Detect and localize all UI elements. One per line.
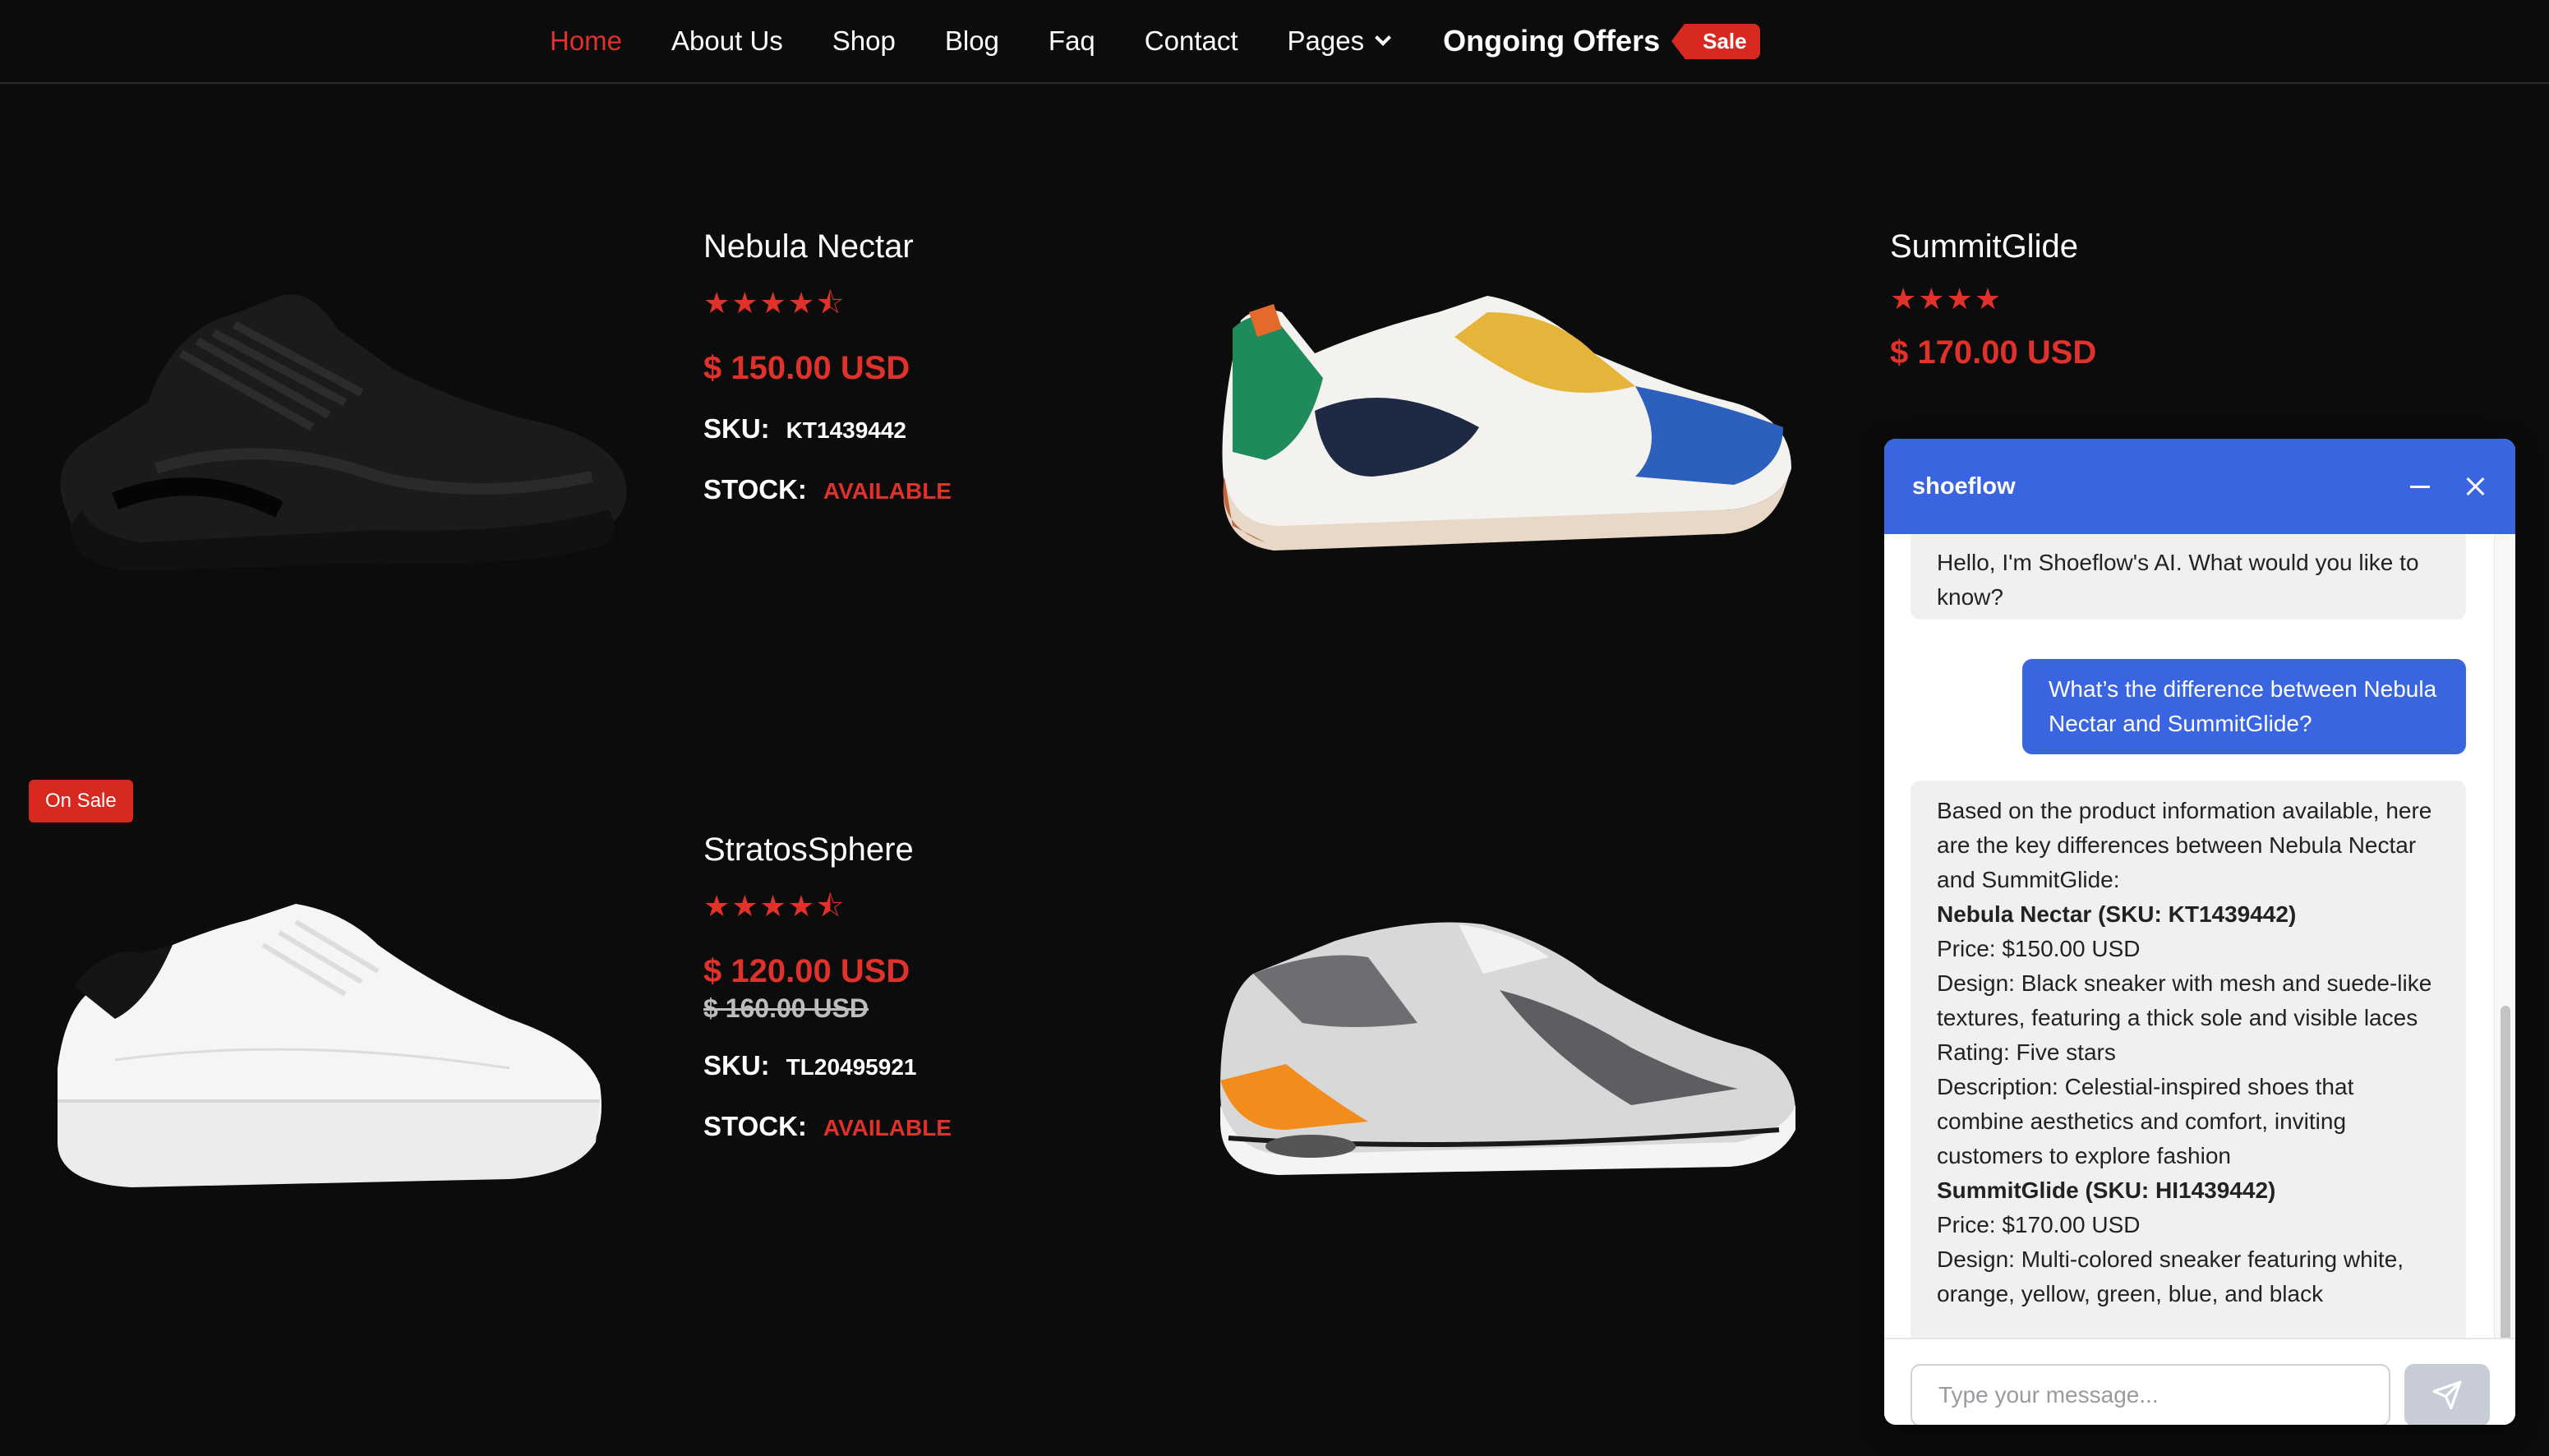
ongoing-offers-link[interactable]: Ongoing Offers Sale	[1443, 23, 1760, 59]
bot-message: Hello, I'm Shoeflow's AI. What would you…	[1911, 534, 2466, 620]
nav-faq[interactable]: Faq	[1049, 25, 1095, 57]
product-old-price: $ 160.00 USD	[703, 993, 869, 1023]
message-line: Description: Celestial-inspired shoes th…	[1937, 1074, 2354, 1168]
stock-label: STOCK:	[703, 1111, 807, 1141]
message-line: Design: Black sneaker with mesh and sued…	[1937, 970, 2432, 1030]
product-image-stratossphere[interactable]	[49, 896, 616, 1191]
sku-value: KT1439442	[786, 417, 907, 443]
stock-value: AVAILABLE	[823, 478, 952, 504]
product-name[interactable]: StratosSphere	[703, 832, 952, 869]
product-price: $ 120.00 USD	[703, 953, 910, 989]
stock-value: AVAILABLE	[823, 1115, 952, 1140]
on-sale-badge: On Sale	[29, 780, 133, 822]
product-price: $ 150.00 USD	[703, 350, 910, 386]
product-name[interactable]: SummitGlide	[1890, 228, 2096, 265]
message-heading: SummitGlide (SKU: HI1439442)	[1937, 1177, 2276, 1203]
message-line: Design: Multi-colored sneaker featuring …	[1937, 1246, 2404, 1306]
send-icon	[2432, 1380, 2462, 1410]
chat-widget: shoeflow Hello, I'm Shoeflow's AI. What …	[1884, 439, 2515, 1425]
nav-pages[interactable]: Pages	[1287, 25, 1392, 57]
message-heading: Nebula Nectar (SKU: KT1439442)	[1937, 901, 2297, 927]
product-image-nebula-nectar[interactable]	[33, 263, 633, 575]
sku-value: TL20495921	[786, 1054, 917, 1080]
chat-header: shoeflow	[1884, 439, 2515, 534]
nav-about-us[interactable]: About Us	[671, 25, 783, 57]
ongoing-offers-label: Ongoing Offers	[1443, 24, 1661, 58]
chat-messages[interactable]: Hello, I'm Shoeflow's AI. What would you…	[1884, 534, 2515, 1338]
product-info-summitglide: SummitGlide ★★★★ $ 170.00 USD	[1890, 228, 2096, 371]
send-button[interactable]	[2404, 1364, 2490, 1425]
nav-pages-label: Pages	[1287, 25, 1365, 56]
sale-badge: Sale	[1671, 23, 1760, 59]
chat-scrollbar[interactable]	[2501, 1006, 2510, 1375]
product-price: $ 170.00 USD	[1890, 334, 2097, 371]
nav-home[interactable]: Home	[550, 25, 622, 57]
message-line: Price: $170.00 USD	[1937, 1212, 2141, 1237]
star-rating: ★★★★	[1890, 282, 2003, 316]
chevron-down-icon	[1375, 30, 1392, 46]
chat-title: shoeflow	[1912, 472, 2016, 500]
product-image-fourth-product[interactable]	[1204, 908, 1804, 1179]
minimize-icon[interactable]	[2408, 475, 2431, 498]
close-icon[interactable]	[2464, 475, 2487, 498]
message-line: SummitGlide (SKU: HI1439442)	[1937, 1173, 2440, 1208]
message-line: Rating: Five stars	[1937, 1039, 2116, 1065]
nav-blog[interactable]: Blog	[945, 25, 999, 57]
product-name[interactable]: Nebula Nectar	[703, 228, 952, 265]
product-image-summitglide[interactable]	[1208, 279, 1800, 551]
sku-label: SKU:	[703, 413, 770, 444]
user-message: What’s the difference between Nebula Nec…	[2022, 659, 2466, 754]
star-rating: ★★★★⯪	[703, 286, 846, 320]
chat-message-input[interactable]	[1911, 1364, 2390, 1425]
star-rating: ★★★★⯪	[703, 889, 846, 923]
stock-label: STOCK:	[703, 474, 807, 505]
nav-contact[interactable]: Contact	[1145, 25, 1238, 57]
message-line: Based on the product information availab…	[1937, 798, 2432, 892]
product-info-stratossphere: StratosSphere ★★★★⯪ $ 120.00 USD $ 160.0…	[703, 832, 952, 1142]
sku-label: SKU:	[703, 1050, 770, 1080]
bot-message: Based on the product information availab…	[1911, 781, 2466, 1338]
message-line: Price: $150.00 USD	[1937, 936, 2141, 961]
message-line: Nebula Nectar (SKU: KT1439442)	[1937, 897, 2440, 932]
product-info-nebula-nectar: Nebula Nectar ★★★★⯪ $ 150.00 USD SKU: KT…	[703, 228, 952, 505]
chat-footer	[1884, 1338, 2515, 1425]
top-navigation: Home About Us Shop Blog Faq Contact Page…	[0, 0, 2549, 84]
nav-shop[interactable]: Shop	[832, 25, 896, 57]
